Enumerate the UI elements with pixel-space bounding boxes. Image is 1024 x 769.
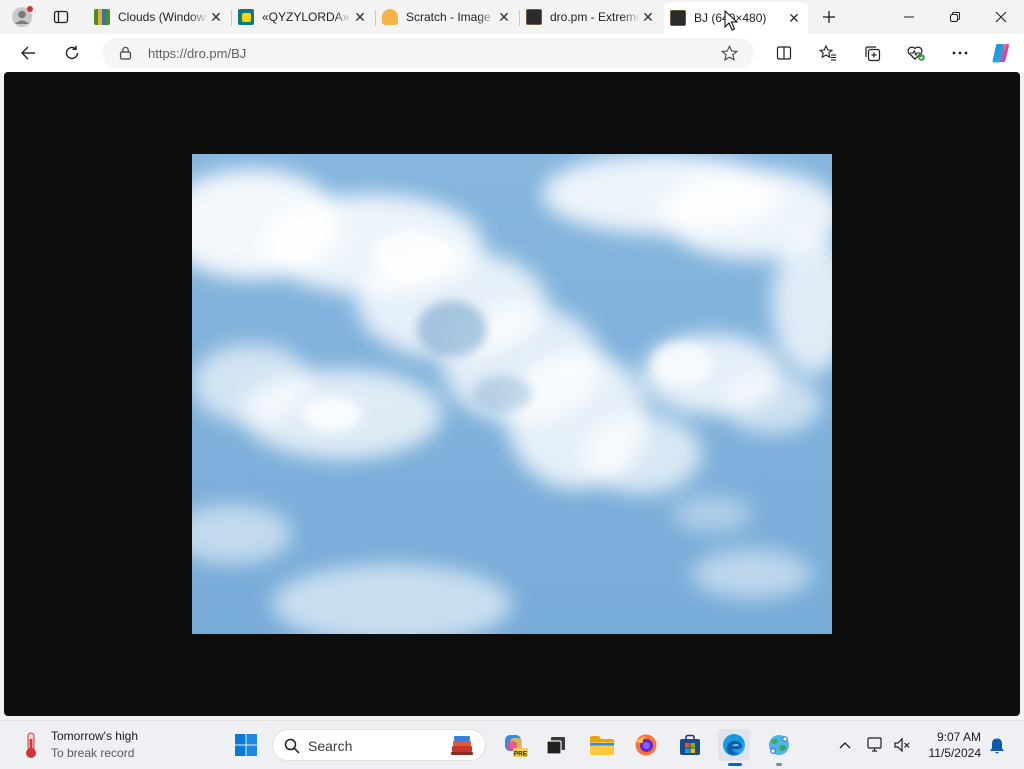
lock-icon[interactable] bbox=[119, 46, 132, 60]
tab-clouds[interactable]: Clouds (Windows ✕ bbox=[88, 3, 230, 31]
tab-title: Scratch - Image bbox=[406, 10, 491, 24]
collections-icon bbox=[864, 45, 880, 61]
url-text[interactable]: https://dro.pm/BJ bbox=[148, 46, 246, 61]
tab-strip: Clouds (Windows ✕ «QYZYLORDA» ✕ Scratch … bbox=[0, 0, 1024, 34]
close-icon bbox=[995, 11, 1007, 23]
store-bag-icon bbox=[680, 734, 700, 755]
dro-pm-icon bbox=[670, 10, 686, 26]
favorites-icon bbox=[819, 45, 836, 61]
favorite-star-icon[interactable] bbox=[721, 45, 738, 62]
search-highlight-books-icon bbox=[451, 736, 473, 755]
close-tab-icon[interactable]: ✕ bbox=[640, 9, 656, 25]
back-arrow-icon bbox=[21, 46, 35, 60]
restore-button[interactable] bbox=[932, 2, 978, 32]
weather-title: Tomorrow's high bbox=[51, 729, 138, 743]
network-offline-icon bbox=[867, 737, 882, 752]
folder-icon bbox=[590, 736, 614, 755]
tab-dro-pm[interactable]: dro.pm - Extreme ✕ bbox=[520, 3, 662, 31]
browser-essentials-button[interactable] bbox=[902, 39, 930, 67]
dro-pm-icon bbox=[526, 9, 542, 25]
favorites-button[interactable] bbox=[814, 39, 842, 67]
close-window-button[interactable] bbox=[978, 2, 1024, 32]
teal-square-icon bbox=[238, 9, 254, 25]
taskbar-time[interactable]: 9:07 AM bbox=[937, 730, 981, 744]
minimize-icon bbox=[904, 16, 914, 18]
clouds-grid-icon bbox=[94, 9, 110, 25]
search-icon bbox=[284, 738, 300, 754]
thermometer-icon bbox=[26, 732, 36, 758]
tab-actions-icon bbox=[53, 10, 69, 24]
split-screen-icon bbox=[776, 46, 792, 60]
close-tab-icon[interactable]: ✕ bbox=[496, 9, 512, 25]
show-hidden-icons-button[interactable] bbox=[834, 735, 856, 755]
windows-logo-icon bbox=[235, 734, 257, 756]
file-explorer-button[interactable] bbox=[586, 729, 618, 761]
edge-button[interactable] bbox=[718, 729, 750, 766]
tab-qyzylorda[interactable]: «QYZYLORDA» ✕ bbox=[232, 3, 374, 31]
speaker-muted-icon bbox=[894, 737, 910, 753]
split-screen-button[interactable] bbox=[770, 39, 798, 67]
refresh-icon bbox=[65, 45, 79, 60]
collections-button[interactable] bbox=[858, 39, 886, 67]
tab-title: Clouds (Windows bbox=[118, 10, 208, 24]
copilot-badge-label: PRE bbox=[514, 751, 528, 758]
scratch-cat-icon bbox=[382, 9, 398, 25]
profile-avatar-icon bbox=[12, 6, 33, 27]
mouse-cursor-icon bbox=[724, 10, 738, 31]
close-tab-icon[interactable]: ✕ bbox=[786, 10, 802, 26]
copilot-pre-icon: PRE bbox=[505, 735, 528, 758]
back-button[interactable] bbox=[14, 39, 42, 67]
more-dots-icon bbox=[952, 51, 968, 55]
microsoft-store-button[interactable] bbox=[674, 729, 706, 761]
firefox-button[interactable] bbox=[630, 729, 662, 761]
bell-icon bbox=[990, 738, 1004, 754]
browser-toolbar: https://dro.pm/BJ bbox=[0, 34, 1024, 72]
tab-actions-button[interactable] bbox=[48, 5, 74, 29]
volume-status-button[interactable] bbox=[891, 735, 913, 755]
windows-taskbar: Tomorrow's high To break record Search P… bbox=[0, 720, 1024, 769]
address-bar[interactable]: https://dro.pm/BJ bbox=[102, 38, 754, 68]
clouds-picture bbox=[192, 154, 832, 634]
start-button[interactable] bbox=[230, 729, 262, 761]
weather-subtitle: To break record bbox=[51, 746, 135, 760]
globe-network-icon bbox=[769, 735, 789, 755]
restore-icon bbox=[950, 12, 960, 22]
taskbar-search-box[interactable]: Search bbox=[272, 729, 486, 761]
weather-widget[interactable]: Tomorrow's high To break record bbox=[12, 721, 152, 769]
cloud-image bbox=[192, 154, 832, 634]
copilot-icon bbox=[992, 44, 1010, 63]
heart-pulse-icon bbox=[907, 46, 925, 61]
tab-title: BJ (640×480) bbox=[694, 11, 767, 25]
search-label: Search bbox=[308, 738, 353, 754]
edge-icon bbox=[723, 734, 745, 756]
notifications-button[interactable] bbox=[986, 735, 1008, 757]
new-tab-button[interactable] bbox=[816, 5, 842, 29]
settings-more-button[interactable] bbox=[946, 39, 974, 67]
active-app-indicator bbox=[728, 763, 742, 766]
tab-title: dro.pm - Extreme bbox=[550, 10, 640, 24]
close-tab-icon[interactable]: ✕ bbox=[208, 9, 224, 25]
firefox-icon bbox=[635, 734, 657, 756]
tab-scratch[interactable]: Scratch - Image ✕ bbox=[376, 3, 518, 31]
profile-button[interactable] bbox=[8, 5, 36, 29]
copilot-button[interactable] bbox=[986, 39, 1016, 67]
minimize-button[interactable] bbox=[886, 2, 932, 32]
task-view-button[interactable] bbox=[540, 729, 572, 761]
taskbar-date[interactable]: 11/5/2024 bbox=[929, 746, 982, 760]
copilot-taskbar-button[interactable]: PRE bbox=[499, 729, 531, 761]
tab-title: «QYZYLORDA» bbox=[262, 10, 350, 24]
running-app-indicator bbox=[776, 763, 782, 766]
network-status-button[interactable] bbox=[864, 735, 888, 755]
plus-icon bbox=[823, 11, 835, 23]
refresh-button[interactable] bbox=[58, 39, 86, 67]
task-view-icon bbox=[546, 737, 565, 755]
close-tab-icon[interactable]: ✕ bbox=[352, 9, 368, 25]
page-content bbox=[4, 72, 1020, 716]
chevron-up-icon bbox=[839, 742, 851, 749]
globe-app-button[interactable] bbox=[763, 729, 795, 766]
